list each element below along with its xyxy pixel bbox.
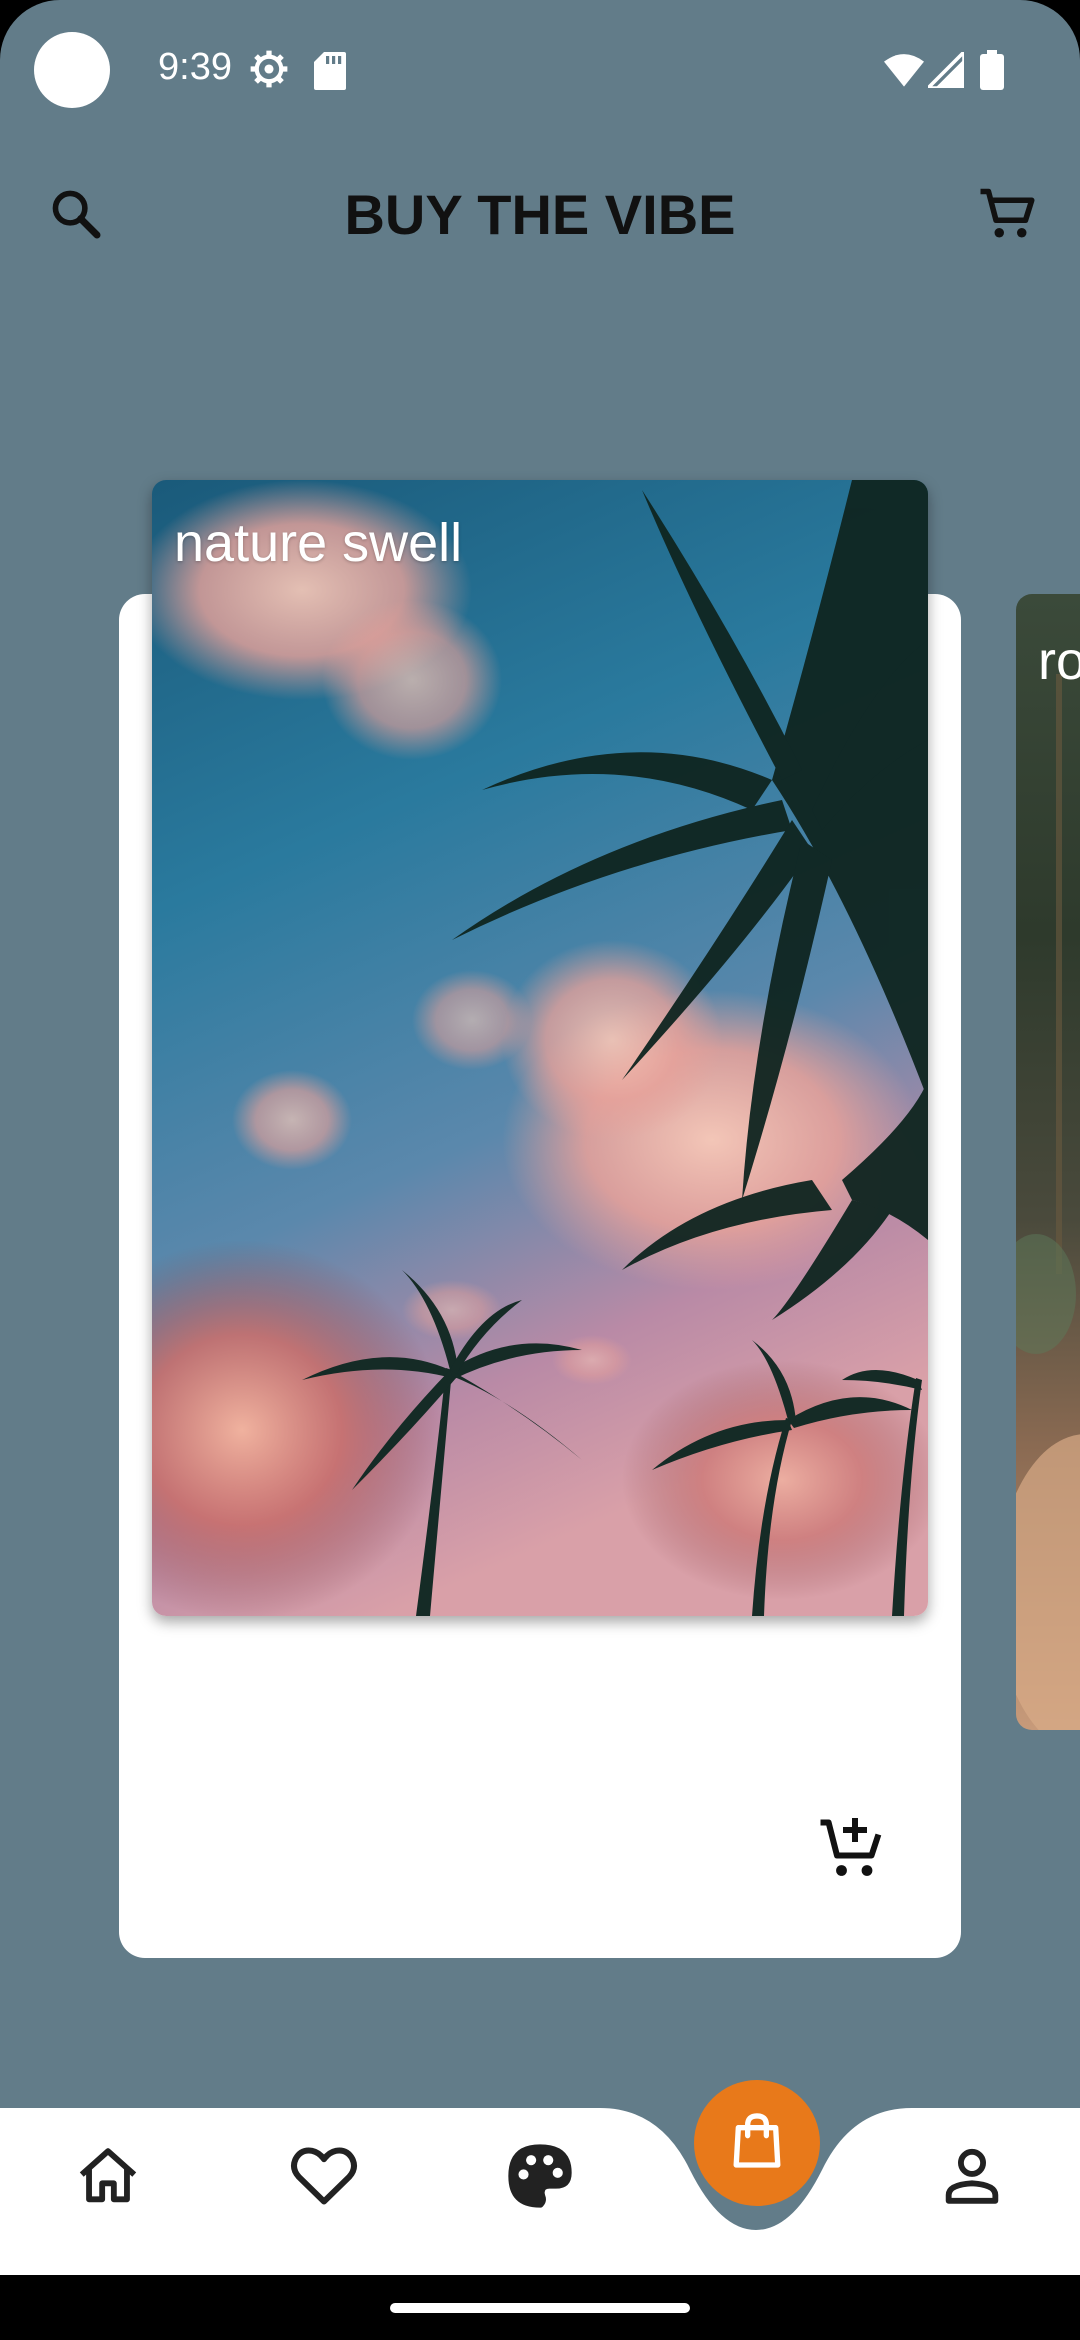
battery-icon <box>980 50 1004 90</box>
person-icon <box>937 2141 1007 2216</box>
shop-fab-button[interactable] <box>694 2080 820 2206</box>
nav-palette[interactable] <box>500 2138 580 2218</box>
settings-gear-icon <box>248 48 290 90</box>
home-gesture-handle[interactable] <box>390 2303 690 2313</box>
cart-icon <box>978 184 1038 249</box>
top-app-bar: BUY THE VIBE <box>0 160 1080 270</box>
nav-profile[interactable] <box>932 2138 1012 2218</box>
gesture-navigation-area <box>0 2275 1080 2340</box>
product-title: nature swell <box>174 513 463 573</box>
nav-favorites[interactable] <box>284 2138 364 2218</box>
product-image[interactable]: nature swell <box>152 480 928 1616</box>
wifi-icon <box>884 52 924 88</box>
cell-signal-icon <box>923 47 966 90</box>
shopping-bag-icon <box>725 2109 789 2178</box>
nav-home[interactable] <box>68 2138 148 2218</box>
heart-icon <box>288 2140 360 2217</box>
search-icon <box>48 186 104 247</box>
sd-card-icon <box>314 52 346 90</box>
bottom-navigation <box>0 2090 1080 2275</box>
status-time: 9:39 <box>158 46 232 88</box>
add-to-cart-icon <box>816 1818 888 1888</box>
search-button[interactable] <box>44 184 108 248</box>
palette-icon <box>502 2138 578 2219</box>
next-product-card[interactable]: ro <box>1016 594 1080 1730</box>
app-title: BUY THE VIBE <box>344 183 736 246</box>
cart-button[interactable] <box>976 184 1040 248</box>
camera-cutout <box>34 32 110 108</box>
add-to-cart-button[interactable] <box>816 1812 888 1884</box>
status-bar: 9:39 <box>0 0 1080 140</box>
next-product-title: ro <box>1038 631 1080 691</box>
app-screen: 9:39 BUY THE VIBE ro nature swell <box>0 0 1080 2340</box>
home-icon <box>73 2141 143 2216</box>
